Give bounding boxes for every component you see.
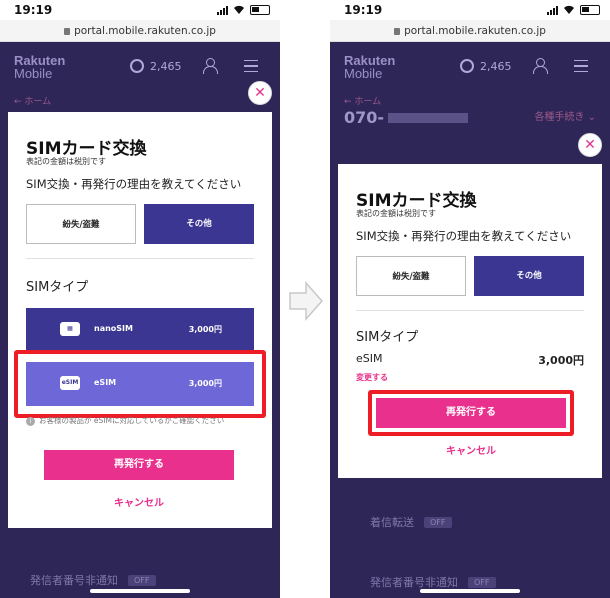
cancel-button[interactable]: キャンセル [376, 442, 566, 457]
reason-other-button[interactable]: その他 [144, 204, 254, 244]
highlight-box [14, 350, 266, 418]
highlight-box [368, 390, 574, 436]
lock-icon [64, 28, 71, 35]
esim-compat-note: i お客様の製品が eSIMに対応しているかご確認ください [26, 416, 256, 426]
close-icon[interactable]: ✕ [578, 133, 602, 157]
home-indicator [90, 589, 190, 593]
coin-icon [460, 59, 474, 73]
rakuten-mobile-logo[interactable]: Rakuten Mobile [14, 54, 65, 80]
wifi-icon [564, 5, 574, 15]
lock-icon [394, 28, 401, 35]
sim-exchange-modal: SIMカード交換 表記の金額は税別です SIM交換・再発行の理由を教えてください… [338, 164, 602, 478]
status-bar: 19:19 [0, 0, 280, 20]
comparison-stage: 19:19 portal.mobile.rakuten.co.jp Rakute… [0, 0, 610, 598]
status-time: 19:19 [344, 3, 383, 17]
battery-icon [250, 5, 270, 15]
status-bar: 19:19 [330, 0, 610, 20]
cancel-button[interactable]: キャンセル [44, 494, 234, 509]
caller-id-toggle[interactable]: OFF [468, 576, 496, 588]
reissue-button[interactable]: 再発行する [44, 450, 234, 480]
wifi-icon [234, 5, 244, 15]
tax-note: 表記の金額は税別です [26, 157, 106, 166]
home-link[interactable]: ← ホーム [14, 94, 51, 107]
reason-question: SIM交換・再発行の理由を教えてください [26, 177, 242, 191]
url-text: portal.mobile.rakuten.co.jp [404, 25, 546, 37]
home-indicator [420, 589, 520, 593]
call-forwarding-row: 着信転送 OFF [370, 514, 452, 530]
reason-lost-button[interactable]: 紛失/盗難 [26, 204, 136, 244]
sim-type-heading: SIMタイプ [26, 280, 89, 295]
sim-exchange-modal: SIMカード交換 表記の金額は税別です SIM交換・再発行の理由を教えてください… [8, 112, 272, 528]
signal-icon [547, 5, 558, 15]
reason-other-button[interactable]: その他 [474, 256, 584, 296]
selected-sim-price: 3,000円 [538, 354, 584, 367]
caller-id-toggle[interactable]: OFF [128, 574, 156, 586]
menu-icon[interactable] [244, 60, 258, 72]
caller-id-row: 発信者番号非通知 OFF [30, 572, 156, 588]
tax-note: 表記の金額は税別です [356, 209, 436, 218]
points-display[interactable]: 2,465 [460, 59, 512, 73]
menu-icon[interactable] [574, 60, 588, 72]
signal-icon [217, 5, 228, 15]
phone-screen-before: 19:19 portal.mobile.rakuten.co.jp Rakute… [0, 0, 280, 598]
divider [26, 258, 254, 259]
caller-id-row: 発信者番号非通知 OFF [370, 574, 496, 590]
sim-type-heading: SIMタイプ [356, 330, 419, 345]
procedures-link[interactable]: 各種手続き ⌄ [534, 108, 596, 123]
phone-screen-after: 19:19 portal.mobile.rakuten.co.jp Rakute… [330, 0, 610, 598]
coin-icon [130, 59, 144, 73]
reason-question: SIM交換・再発行の理由を教えてください [356, 229, 572, 243]
change-link[interactable]: 変更する [356, 372, 388, 383]
close-icon[interactable]: ✕ [248, 81, 272, 105]
status-time: 19:19 [14, 3, 53, 17]
points-display[interactable]: 2,465 [130, 59, 182, 73]
rakuten-mobile-logo[interactable]: Rakuten Mobile [344, 54, 395, 80]
url-bar[interactable]: portal.mobile.rakuten.co.jp [330, 20, 610, 42]
nanosim-option[interactable]: ▦ nanoSIM 3,000円 [26, 308, 254, 352]
phone-number: 070- [344, 108, 469, 127]
reason-lost-button[interactable]: 紛失/盗難 [356, 256, 466, 296]
info-icon: i [26, 417, 35, 426]
url-text: portal.mobile.rakuten.co.jp [74, 25, 216, 37]
user-icon[interactable] [533, 58, 548, 74]
divider [356, 310, 584, 311]
sim-card-icon: ▦ [60, 322, 80, 336]
user-icon[interactable] [203, 58, 218, 74]
battery-icon [580, 5, 600, 15]
url-bar[interactable]: portal.mobile.rakuten.co.jp [0, 20, 280, 42]
right-arrow-icon [289, 281, 324, 321]
selected-sim-name: eSIM [356, 352, 383, 365]
call-forwarding-toggle[interactable]: OFF [424, 516, 452, 528]
home-link[interactable]: ← ホーム [344, 94, 381, 107]
